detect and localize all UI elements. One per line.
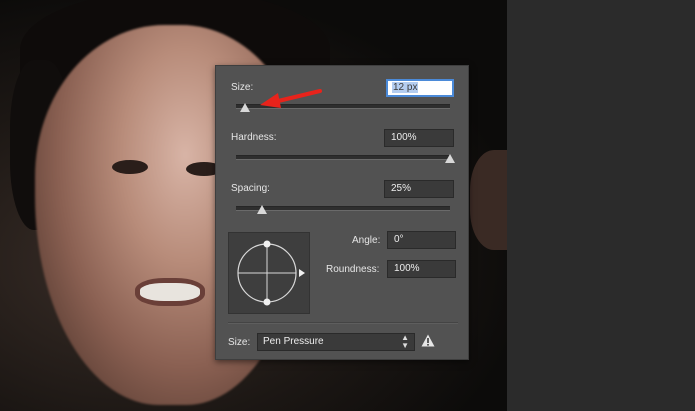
red-arrow-annotation (260, 89, 322, 108)
size-control-select[interactable]: Pen Pressure ▲ ▼ (257, 333, 415, 351)
hardness-input[interactable]: 100% (384, 129, 454, 147)
roundness-label: Roundness: (326, 264, 380, 275)
panel-divider (228, 322, 458, 324)
warning-icon[interactable] (421, 334, 435, 347)
workspace-background (507, 0, 695, 411)
size-slider-thumb[interactable] (239, 103, 250, 112)
size-control-label: Size: (228, 337, 251, 348)
up-down-arrows-icon: ▲ ▼ (401, 333, 409, 350)
hardness-slider-track[interactable] (236, 155, 450, 160)
spacing-input[interactable]: 25% (384, 180, 454, 198)
roundness-handle-bottom (263, 298, 271, 306)
size-control-value: Pen Pressure (263, 336, 324, 347)
angle-handle (299, 269, 305, 277)
angle-input[interactable]: 0° (387, 231, 456, 249)
hand (470, 150, 507, 250)
spacing-slider-track[interactable] (236, 206, 450, 211)
size-value: 12 px (392, 82, 419, 93)
hardness-slider-thumb[interactable] (445, 154, 455, 163)
brush-preset-panel: Size: 12 px Hardness: 100% Spacing: 25% … (215, 65, 469, 360)
spacing-slider-thumb[interactable] (256, 205, 267, 214)
hardness-label: Hardness: (231, 132, 277, 143)
size-input[interactable]: 12 px (386, 79, 454, 97)
mouth (140, 283, 200, 301)
left-eye (112, 160, 148, 174)
size-label: Size: (231, 82, 254, 93)
roundness-input[interactable]: 100% (387, 260, 456, 278)
brush-tip-preview[interactable] (228, 232, 310, 314)
spacing-label: Spacing: (231, 183, 270, 194)
angle-label: Angle: (352, 235, 381, 246)
angle-roundness-widget[interactable] (229, 233, 309, 313)
roundness-handle-top (263, 240, 271, 248)
